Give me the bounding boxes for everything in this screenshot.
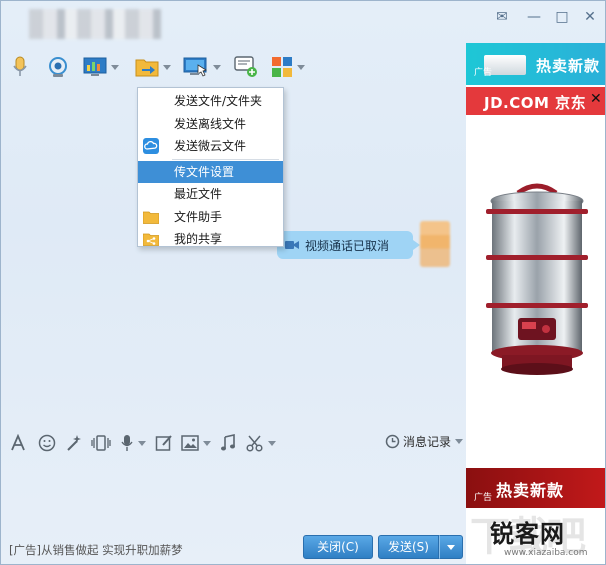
music-button[interactable] bbox=[220, 433, 236, 453]
menu-divider bbox=[172, 158, 279, 160]
bottom-bar: [广告]从销售做起 实现升职加薪梦 关闭(C) 发送(S) bbox=[1, 531, 465, 564]
chevron-down-icon bbox=[447, 545, 455, 550]
scissors-icon bbox=[246, 435, 263, 452]
screen-shake-button[interactable] bbox=[91, 433, 111, 453]
skin-icon[interactable]: ✉ bbox=[491, 7, 513, 27]
title-bar[interactable]: ✉ — □ ✕ bbox=[1, 1, 605, 45]
clock-icon bbox=[385, 434, 400, 449]
folder-icon bbox=[143, 211, 159, 224]
remote-desktop-button[interactable] bbox=[183, 53, 221, 81]
screen-share-button[interactable] bbox=[83, 53, 119, 81]
chevron-down-icon[interactable] bbox=[111, 64, 119, 70]
message-history-label: 消息记录 bbox=[403, 435, 452, 449]
message-add-icon bbox=[234, 56, 257, 77]
edit-button[interactable] bbox=[155, 433, 173, 453]
message-text: 视频通话已取消 bbox=[305, 238, 390, 253]
music-note-icon bbox=[221, 434, 235, 451]
magic-button[interactable] bbox=[65, 433, 83, 453]
microphone-icon bbox=[13, 56, 27, 76]
watermark: 下载吧 锐客网 www.xiazaiba.com bbox=[466, 508, 605, 564]
menu-item-recent-files[interactable]: 最近文件 bbox=[138, 183, 283, 206]
screen-share-icon bbox=[83, 57, 107, 76]
apps-button[interactable] bbox=[271, 53, 305, 81]
contact-name-blurred bbox=[29, 9, 161, 39]
chat-toolbar bbox=[1, 51, 465, 85]
webcam-icon bbox=[49, 57, 67, 77]
minimize-button[interactable]: — bbox=[523, 7, 545, 27]
chevron-down-icon[interactable] bbox=[203, 440, 211, 446]
menu-item-file-assistant[interactable]: 文件助手 bbox=[138, 206, 283, 229]
smiley-icon bbox=[38, 434, 56, 452]
microphone-icon bbox=[121, 435, 133, 451]
steamer-pot-image[interactable] bbox=[478, 183, 596, 383]
ad-label: 广告 bbox=[474, 68, 493, 78]
send-message-button[interactable] bbox=[234, 53, 258, 81]
magic-wand-icon bbox=[67, 435, 81, 451]
file-transfer-icon bbox=[135, 59, 159, 77]
chevron-down-icon[interactable] bbox=[213, 64, 221, 70]
chevron-down-icon[interactable] bbox=[268, 440, 276, 446]
ad-banner-bottom[interactable]: 广告 热卖新款 bbox=[466, 468, 605, 508]
chevron-down-icon[interactable] bbox=[163, 64, 171, 70]
jd-banner[interactable]: JD.COM 京东 ✕ bbox=[466, 87, 605, 115]
weiyun-cloud-icon bbox=[143, 138, 159, 154]
menu-item-file-transfer-settings[interactable]: 传文件设置 bbox=[138, 160, 283, 183]
remote-desktop-icon bbox=[183, 57, 207, 77]
image-icon bbox=[181, 435, 199, 451]
watermark-site: www.xiazaiba.com bbox=[504, 548, 588, 558]
menu-item-my-share[interactable]: 我的共享 bbox=[138, 228, 283, 251]
font-icon bbox=[11, 434, 25, 451]
file-transfer-menu: 发送文件/文件夹 发送离线文件 发送微云文件 传文件设置 最近文件 文件助手 我… bbox=[137, 87, 284, 247]
menu-item-send-weiyun-file[interactable]: 发送微云文件 bbox=[138, 135, 283, 158]
menu-item-send-file-folder[interactable]: 发送文件/文件夹 bbox=[138, 90, 283, 113]
close-button[interactable]: 关闭(C) bbox=[303, 535, 373, 559]
input-toolbar: 消息记录 bbox=[1, 429, 465, 457]
ad-banner-top[interactable]: 广告 热卖新款 bbox=[466, 43, 605, 85]
ad-banner-text: 热卖新款 bbox=[496, 481, 565, 500]
video-call-button[interactable] bbox=[47, 53, 69, 81]
chevron-down-icon[interactable] bbox=[297, 64, 305, 70]
chevron-down-icon[interactable] bbox=[138, 440, 146, 446]
file-transfer-button[interactable] bbox=[135, 53, 171, 81]
voice-message-button[interactable] bbox=[120, 433, 146, 453]
ad-side-panel: 广告 热卖新款 JD.COM 京东 ✕ 广告 热卖新款 下载吧 锐客网 www.… bbox=[466, 43, 605, 564]
emoji-button[interactable] bbox=[38, 433, 56, 453]
chevron-down-icon[interactable] bbox=[455, 439, 464, 444]
voice-call-button[interactable] bbox=[11, 53, 29, 81]
send-options-button[interactable] bbox=[439, 535, 463, 559]
avatar[interactable] bbox=[420, 221, 450, 267]
video-camera-icon bbox=[285, 241, 299, 249]
apps-icon bbox=[272, 57, 292, 77]
ad-label: 广告 bbox=[474, 493, 493, 503]
screenshot-button[interactable] bbox=[246, 433, 276, 453]
font-button[interactable] bbox=[10, 433, 26, 453]
ad-link[interactable]: [广告]从销售做起 实现升职加薪梦 bbox=[9, 542, 183, 558]
ad-banner-text: 热卖新款 bbox=[536, 57, 601, 75]
image-button[interactable] bbox=[181, 433, 211, 453]
chat-window: ✉ — □ ✕ 视频通话已取消 发送文件/文件夹 发送离线文件 发送微云文件 传… bbox=[0, 0, 606, 565]
message-input[interactable] bbox=[1, 457, 465, 531]
message-bubble: 视频通话已取消 bbox=[277, 231, 420, 259]
ad-close-icon[interactable]: ✕ bbox=[590, 91, 602, 107]
share-folder-icon bbox=[143, 233, 159, 246]
watermark-text: 锐客网 bbox=[490, 520, 565, 548]
jd-logo: JD.COM 京东 bbox=[484, 94, 587, 112]
message-history-button[interactable]: 消息记录 bbox=[385, 433, 464, 450]
edit-icon bbox=[155, 435, 172, 451]
send-button[interactable]: 发送(S) bbox=[378, 535, 439, 559]
menu-item-send-offline-file[interactable]: 发送离线文件 bbox=[138, 113, 283, 136]
shake-window-icon bbox=[91, 435, 111, 451]
maximize-button[interactable]: □ bbox=[551, 7, 573, 27]
close-window-button[interactable]: ✕ bbox=[579, 7, 601, 27]
